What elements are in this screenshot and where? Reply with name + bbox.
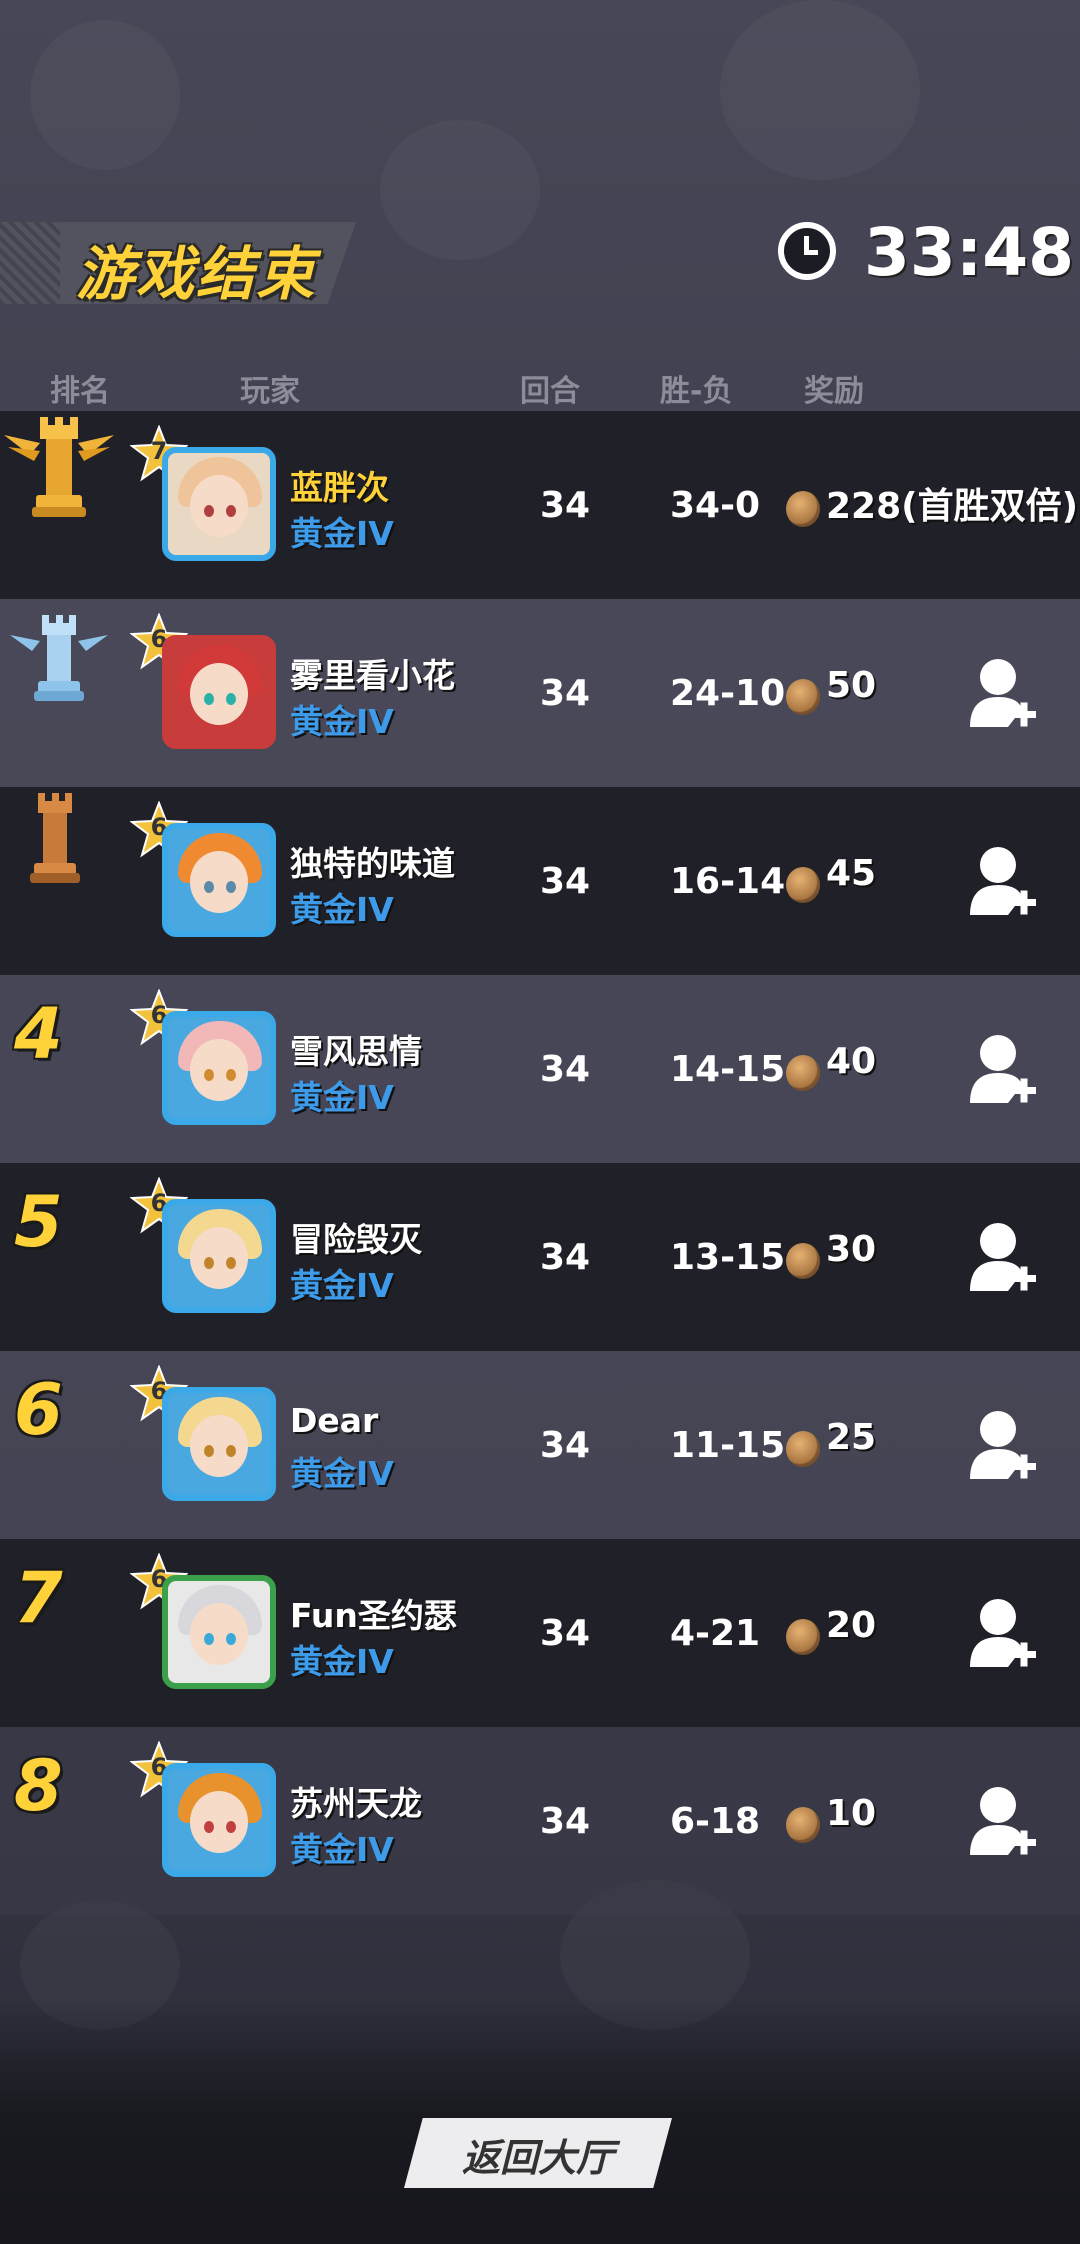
win-loss-value: 6-18 <box>670 1801 761 1842</box>
column-header-rounds: 回合 <box>520 374 580 409</box>
player-tier: 黄金IV <box>290 1078 394 1117</box>
bronze-rook-icon <box>30 793 80 883</box>
win-loss-value: 13-15 <box>670 1237 786 1278</box>
reward-value: 10 <box>826 1793 877 1834</box>
player-tier: 黄金IV <box>290 1642 394 1681</box>
player-avatar[interactable] <box>162 1575 276 1689</box>
reward-value: 40 <box>826 1041 877 1082</box>
player-name: Fun圣约瑟 <box>290 1596 457 1635</box>
reward-value: 50 <box>826 665 877 706</box>
player-row: 6 雾里看小花 黄金IV 34 24-10 50 <box>0 599 1080 787</box>
win-loss-value: 4-21 <box>670 1613 761 1654</box>
rounds-value: 34 <box>540 1237 591 1278</box>
win-loss-value: 24-10 <box>670 673 786 714</box>
player-row: 6 6 Dear 黄金IV 34 11-15 25 <box>0 1351 1080 1539</box>
rounds-value: 34 <box>540 1613 591 1654</box>
player-row: 5 6 冒险毁灭 黄金IV 34 13-15 30 <box>0 1163 1080 1351</box>
rank-number: 6 <box>14 1369 63 1451</box>
rank-number: 7 <box>14 1557 63 1639</box>
player-row: 7 蓝胖次 黄金IV 34 34-0 228(首胜双倍) <box>0 411 1080 599</box>
background-pattern <box>30 20 180 170</box>
background-pattern <box>720 0 920 180</box>
player-row: 8 6 苏州天龙 黄金IV 34 6-18 10 <box>0 1727 1080 1915</box>
return-button-label: 返回大厅 <box>461 2136 614 2180</box>
rounds-value: 34 <box>540 1425 591 1466</box>
add-friend-icon[interactable] <box>968 1785 1038 1861</box>
column-header-player: 玩家 <box>240 374 300 409</box>
player-name: 雾里看小花 <box>290 656 455 695</box>
add-friend-icon[interactable] <box>968 845 1038 921</box>
column-header-record: 胜-负 <box>660 374 733 409</box>
coin-icon <box>786 679 820 715</box>
win-loss-value: 16-14 <box>670 861 786 902</box>
player-tier: 黄金IV <box>290 1454 394 1493</box>
rounds-value: 34 <box>540 1801 591 1842</box>
coin-icon <box>786 1807 820 1843</box>
player-row: 4 6 雪风思情 黄金IV 34 14-15 40 <box>0 975 1080 1163</box>
coin-icon <box>786 491 820 527</box>
gold-rook-trophy-icon <box>4 417 114 517</box>
add-friend-icon[interactable] <box>968 1033 1038 1109</box>
player-avatar[interactable] <box>162 447 276 561</box>
coin-icon <box>786 1243 820 1279</box>
player-avatar[interactable] <box>162 1387 276 1501</box>
add-friend-icon[interactable] <box>968 1221 1038 1297</box>
win-loss-value: 34-0 <box>670 485 761 526</box>
player-avatar[interactable] <box>162 823 276 937</box>
player-avatar[interactable] <box>162 635 276 749</box>
player-row: 7 6 Fun圣约瑟 黄金IV 34 4-21 20 <box>0 1539 1080 1727</box>
player-tier: 黄金IV <box>290 702 394 741</box>
add-friend-icon[interactable] <box>968 1597 1038 1673</box>
coin-icon <box>786 867 820 903</box>
add-friend-icon[interactable] <box>968 1409 1038 1485</box>
return-to-lobby-button[interactable]: 返回大厅 <box>404 2118 672 2188</box>
clock-icon <box>778 222 836 280</box>
win-loss-value: 11-15 <box>670 1425 786 1466</box>
player-avatar[interactable] <box>162 1199 276 1313</box>
coin-icon <box>786 1431 820 1467</box>
player-name: 苏州天龙 <box>290 1784 422 1823</box>
player-tier: 黄金IV <box>290 514 394 553</box>
player-name: 冒险毁灭 <box>290 1220 422 1259</box>
reward-value: 25 <box>826 1417 877 1458</box>
game-over-title: 游戏结束 <box>76 240 317 308</box>
rounds-value: 34 <box>540 485 591 526</box>
silver-rook-trophy-icon <box>10 615 108 701</box>
rank-number: 4 <box>14 993 63 1075</box>
game-timer: 33:48 <box>864 214 1075 291</box>
reward-value: 20 <box>826 1605 877 1646</box>
coin-icon <box>786 1619 820 1655</box>
player-tier: 黄金IV <box>290 1266 394 1305</box>
rank-number: 8 <box>14 1745 63 1827</box>
rounds-value: 34 <box>540 861 591 902</box>
player-name: Dear <box>290 1401 379 1440</box>
player-name: 独特的味道 <box>290 844 455 883</box>
win-loss-value: 14-15 <box>670 1049 786 1090</box>
reward-value: 30 <box>826 1229 877 1270</box>
background-pattern <box>380 120 540 260</box>
player-avatar[interactable] <box>162 1763 276 1877</box>
coin-icon <box>786 1055 820 1091</box>
add-friend-icon[interactable] <box>968 657 1038 733</box>
player-tier: 黄金IV <box>290 890 394 929</box>
rounds-value: 34 <box>540 673 591 714</box>
column-header-reward: 奖励 <box>804 374 864 409</box>
rounds-value: 34 <box>540 1049 591 1090</box>
player-tier: 黄金IV <box>290 1830 394 1869</box>
player-name: 雪风思情 <box>290 1032 422 1071</box>
player-name: 蓝胖次 <box>290 468 389 507</box>
reward-value: 228(首胜双倍) <box>826 486 1079 527</box>
player-row: 6 独特的味道 黄金IV 34 16-14 45 <box>0 787 1080 975</box>
rank-number: 5 <box>14 1181 63 1263</box>
reward-value: 45 <box>826 853 877 894</box>
column-header-rank: 排名 <box>50 374 110 409</box>
player-avatar[interactable] <box>162 1011 276 1125</box>
